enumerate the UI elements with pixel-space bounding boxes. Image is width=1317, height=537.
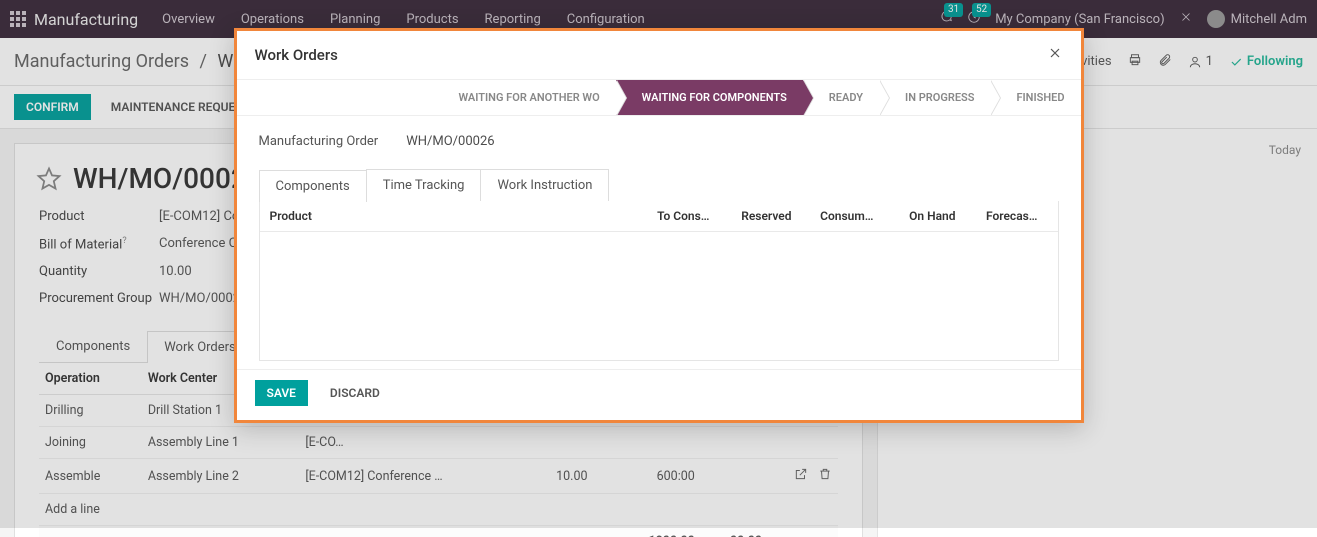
components-table: Product To Cons… Reserved Consum… On Han… bbox=[259, 201, 1059, 361]
work-orders-modal: Work Orders WAITING FOR ANOTHER WO WAITI… bbox=[234, 28, 1084, 423]
mo-label: Manufacturing Order bbox=[259, 134, 379, 149]
modal-title: Work Orders bbox=[255, 46, 338, 64]
modal-footer: SAVE DISCARD bbox=[237, 369, 1081, 420]
mo-value[interactable]: WH/MO/00026 bbox=[406, 134, 494, 149]
modal-tab-components[interactable]: Components bbox=[259, 170, 367, 202]
stage-finished[interactable]: FINISHED bbox=[990, 80, 1080, 115]
stage-ready[interactable]: READY bbox=[803, 80, 879, 115]
stage-waiting-wo[interactable]: WAITING FOR ANOTHER WO bbox=[442, 80, 615, 115]
modal-header: Work Orders bbox=[237, 31, 1081, 80]
col-onhand[interactable]: On Hand bbox=[884, 209, 966, 223]
modal-tab-work-instruction[interactable]: Work Instruction bbox=[480, 169, 609, 201]
modal-tabs: Components Time Tracking Work Instructio… bbox=[259, 169, 1059, 201]
col-forecast[interactable]: Forecas… bbox=[966, 209, 1048, 223]
modal-overlay[interactable]: Work Orders WAITING FOR ANOTHER WO WAITI… bbox=[0, 0, 1317, 528]
modal-body: Manufacturing Order WH/MO/00026 Componen… bbox=[237, 116, 1081, 369]
stage-waiting-components[interactable]: WAITING FOR COMPONENTS bbox=[616, 80, 803, 115]
col-reserved[interactable]: Reserved bbox=[720, 209, 802, 223]
col-product[interactable]: Product bbox=[270, 209, 638, 223]
discard-button[interactable]: DISCARD bbox=[318, 380, 392, 406]
save-button[interactable]: SAVE bbox=[255, 380, 308, 406]
modal-tab-time-tracking[interactable]: Time Tracking bbox=[366, 169, 482, 201]
col-to-consume[interactable]: To Cons… bbox=[638, 209, 720, 223]
stage-bar: WAITING FOR ANOTHER WO WAITING FOR COMPO… bbox=[237, 80, 1081, 116]
stage-in-progress[interactable]: IN PROGRESS bbox=[879, 80, 990, 115]
close-icon[interactable] bbox=[1047, 45, 1063, 65]
col-consumed[interactable]: Consum… bbox=[802, 209, 884, 223]
